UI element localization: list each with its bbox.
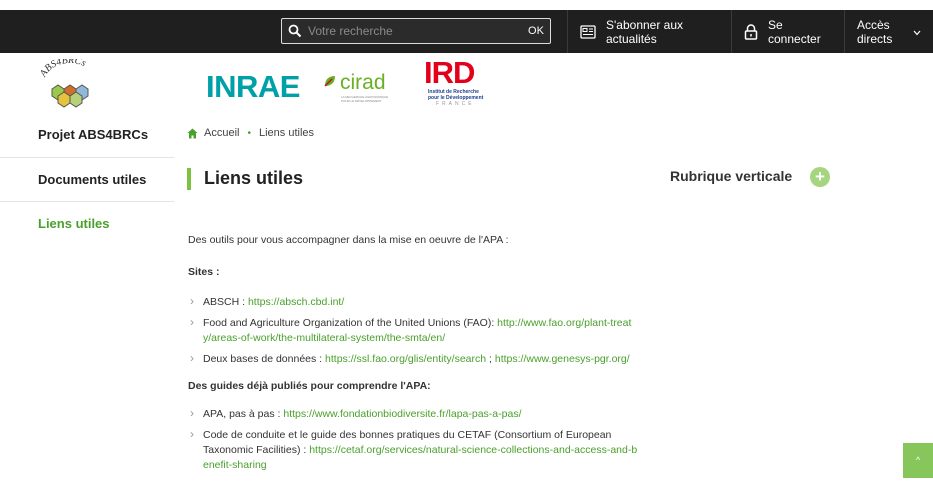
list-item: Code de conduite et le guide des bonnes … [188,427,638,473]
newspaper-icon [580,24,596,39]
cirad-wordmark: cirad [340,71,386,94]
sites-heading: Sites : [188,266,220,278]
expand-plus-button[interactable]: + [810,167,830,187]
list-item-text: Food and Agriculture Organization of the… [203,317,498,329]
direct-access-label: Accès directs [857,17,893,46]
list-item: Deux bases de données : https://ssl.fao.… [188,351,638,367]
direct-access-menu[interactable]: Accès directs [844,10,933,53]
link-absch[interactable]: https://absch.cbd.int/ [248,296,344,308]
login-label: Se connecter [768,17,821,46]
sidebar-item-projet[interactable]: Projet ABS4BRCs [0,123,174,158]
subscribe-label: S'abonner aux actualités [606,17,684,46]
page-title: Liens utiles [204,168,304,188]
partner-logos-row: ABS4BRCs INRAE cirad LA RECHERCHE AGRONO… [0,53,933,123]
sidebar-item-liens[interactable]: Liens utiles [0,202,174,242]
intro-text: Des outils pour vous accompagner dans la… [188,234,509,246]
chevron-up-icon: ^ [915,455,921,465]
list-item: Food and Agriculture Organization of the… [188,315,638,346]
title-accent-bar [187,168,191,190]
svg-text:ABS4BRCs: ABS4BRCs [37,59,87,80]
search-ok-button[interactable]: OK [522,25,550,37]
aside-title: Rubrique verticale [670,168,793,184]
cirad-tagline: LA RECHERCHE AGRONOMIQUE POUR LE DÉVELOP… [341,95,389,103]
link-glis[interactable]: https://ssl.fao.org/glis/entity/search [325,353,486,365]
list-item-text: ABSCH : [203,296,248,308]
search-input[interactable] [308,24,522,38]
link-genesys[interactable]: https://www.genesys-pgr.org/ [495,353,630,365]
cirad-leaf-icon [323,74,337,93]
list-separator: ; [486,353,495,365]
top-header-bar: OK S'abonner aux actualités Se connecter… [0,10,933,53]
sidebar-item-documents[interactable]: Documents utiles [0,158,174,202]
abs4brcs-logo[interactable]: ABS4BRCs [34,55,106,109]
sidebar: Projet ABS4BRCs Documents utiles Liens u… [0,123,174,242]
ird-line-3: FRANCE [436,101,475,107]
chevron-down-icon [913,25,921,39]
list-item: ABSCH : https://absch.cbd.int/ [188,294,638,310]
subscribe-news-link[interactable]: S'abonner aux actualités [567,10,731,53]
breadcrumb-home[interactable]: Accueil [204,127,239,139]
list-item-text: Deux bases de données : [203,353,326,365]
cirad-logo[interactable]: cirad LA RECHERCHE AGRONOMIQUE POUR LE D… [323,71,397,103]
search-icon[interactable] [282,19,308,43]
top-white-strip [0,0,933,10]
breadcrumb-current: Liens utiles [258,127,315,139]
list-item-text: APA, pas à pas : [203,408,284,420]
breadcrumb-separator: • [247,127,251,139]
ird-logo[interactable]: IRD Institut de Recherche pour le Dévelo… [424,57,498,117]
ird-wordmark: IRD [424,55,475,90]
inrae-logo[interactable]: INRAE [206,69,300,105]
breadcrumb: Accueil • Liens utiles [187,127,314,139]
search-box[interactable]: OK [281,18,551,44]
guides-list: APA, pas à pas : https://www.fondationbi… [188,406,638,473]
link-fondation-biodiversite[interactable]: https://www.fondationbiodiversite.fr/lap… [283,408,521,420]
list-item: APA, pas à pas : https://www.fondationbi… [188,406,638,422]
lock-icon [744,23,758,40]
guides-heading: Des guides déjà publiés pour comprendre … [188,380,431,392]
main-content: Des outils pour vous accompagner dans la… [188,233,638,479]
scroll-to-top-button[interactable]: ^ [903,443,933,478]
sites-list: ABSCH : https://absch.cbd.int/ Food and … [188,294,638,367]
login-link[interactable]: Se connecter [731,10,844,53]
home-icon[interactable] [187,128,198,139]
